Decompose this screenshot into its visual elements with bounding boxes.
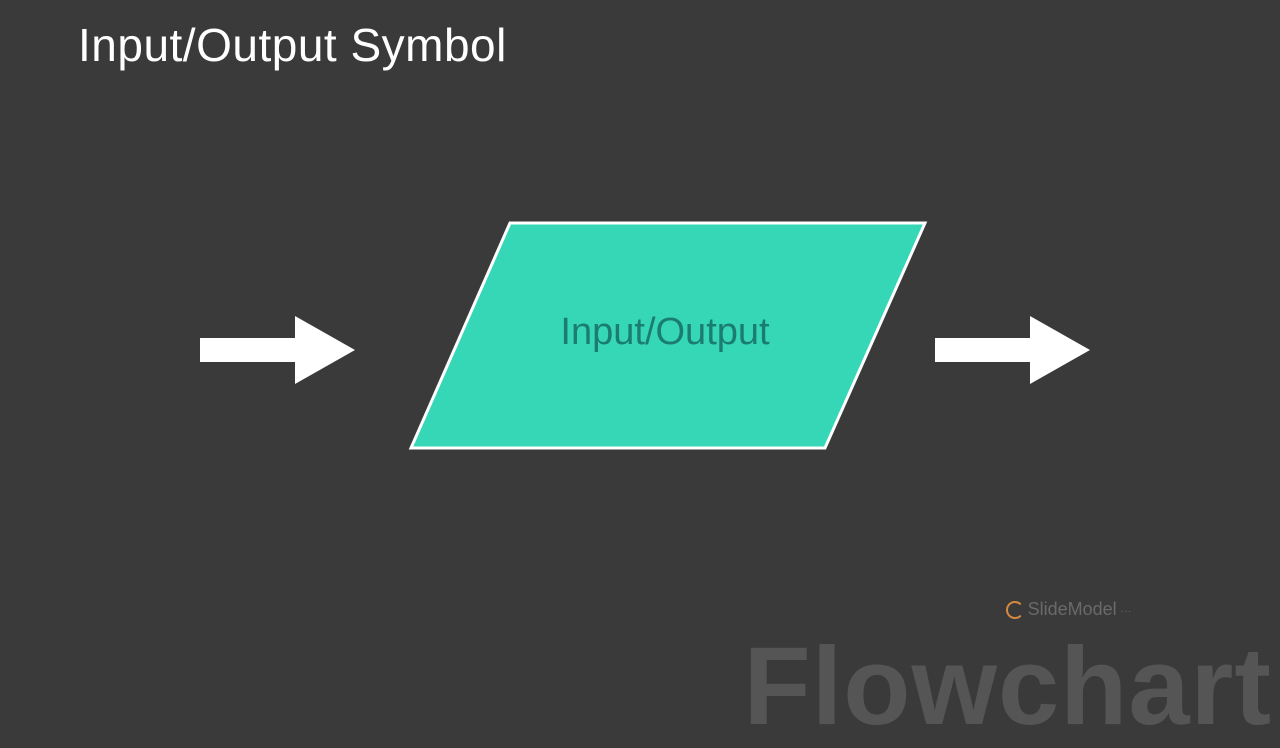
diagram-container: Input/Output xyxy=(0,220,1280,460)
arrow-right-icon xyxy=(935,310,1095,395)
slide-title: Input/Output Symbol xyxy=(78,18,507,72)
io-shape-label: Input/Output xyxy=(405,220,925,450)
watermark-footer-word: Flowchart xyxy=(744,632,1273,742)
brand-text: SlideModel xyxy=(1028,599,1117,620)
brand-dots-icon: ... xyxy=(1121,604,1132,615)
arrow-left-icon xyxy=(200,310,360,395)
brand-ring-icon xyxy=(1006,601,1024,619)
watermark-brand: SlideModel ... xyxy=(1006,599,1132,620)
